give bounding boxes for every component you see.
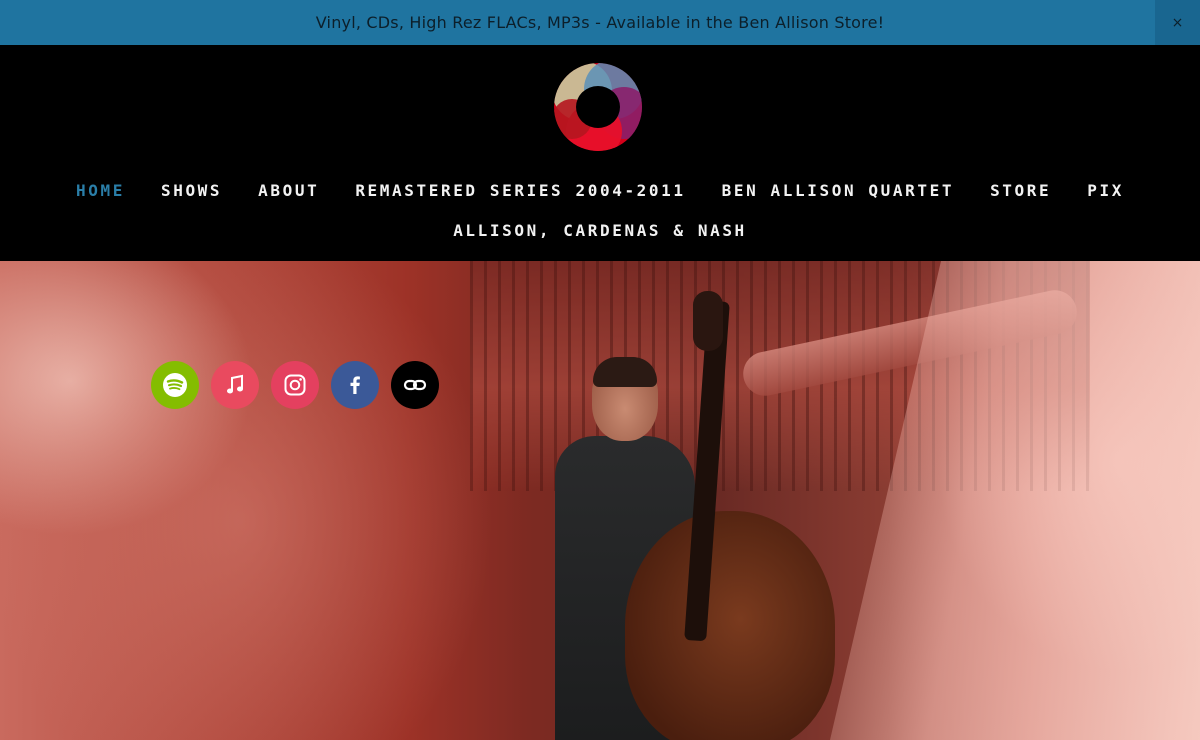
nav-shows[interactable]: SHOWS [143,181,240,200]
nav-store[interactable]: STORE [972,181,1069,200]
main-nav: HOME SHOWS ABOUT REMASTERED SERIES 2004-… [0,181,1200,200]
nav-remastered-series[interactable]: REMASTERED SERIES 2004-2011 [337,181,703,200]
nav-pix[interactable]: PIX [1069,181,1142,200]
announcement-bar: Vinyl, CDs, High Rez FLACs, MP3s - Avail… [0,0,1200,45]
nav-home[interactable]: HOME [58,181,143,200]
close-announcement-button[interactable]: × [1155,0,1200,45]
nav-allison-cardenas-nash[interactable]: ALLISON, CARDENAS & NASH [435,221,765,240]
nav-ben-allison-quartet[interactable]: BEN ALLISON QUARTET [704,181,972,200]
facebook-icon[interactable] [331,361,379,409]
announcement-text[interactable]: Vinyl, CDs, High Rez FLACs, MP3s - Avail… [316,13,885,32]
instagram-icon[interactable] [271,361,319,409]
spotify-icon[interactable] [151,361,199,409]
social-links [151,361,439,409]
nav-about[interactable]: ABOUT [240,181,337,200]
hero-image [0,261,1200,740]
double-bass-scroll [693,291,723,351]
site-logo[interactable] [552,61,644,153]
link-icon[interactable] [391,361,439,409]
main-nav-row-2: ALLISON, CARDENAS & NASH [0,221,1200,240]
apple-music-icon[interactable] [211,361,259,409]
site-header: HOME SHOWS ABOUT REMASTERED SERIES 2004-… [0,45,1200,261]
double-bass-body [625,511,835,740]
musician-hair [593,357,657,387]
